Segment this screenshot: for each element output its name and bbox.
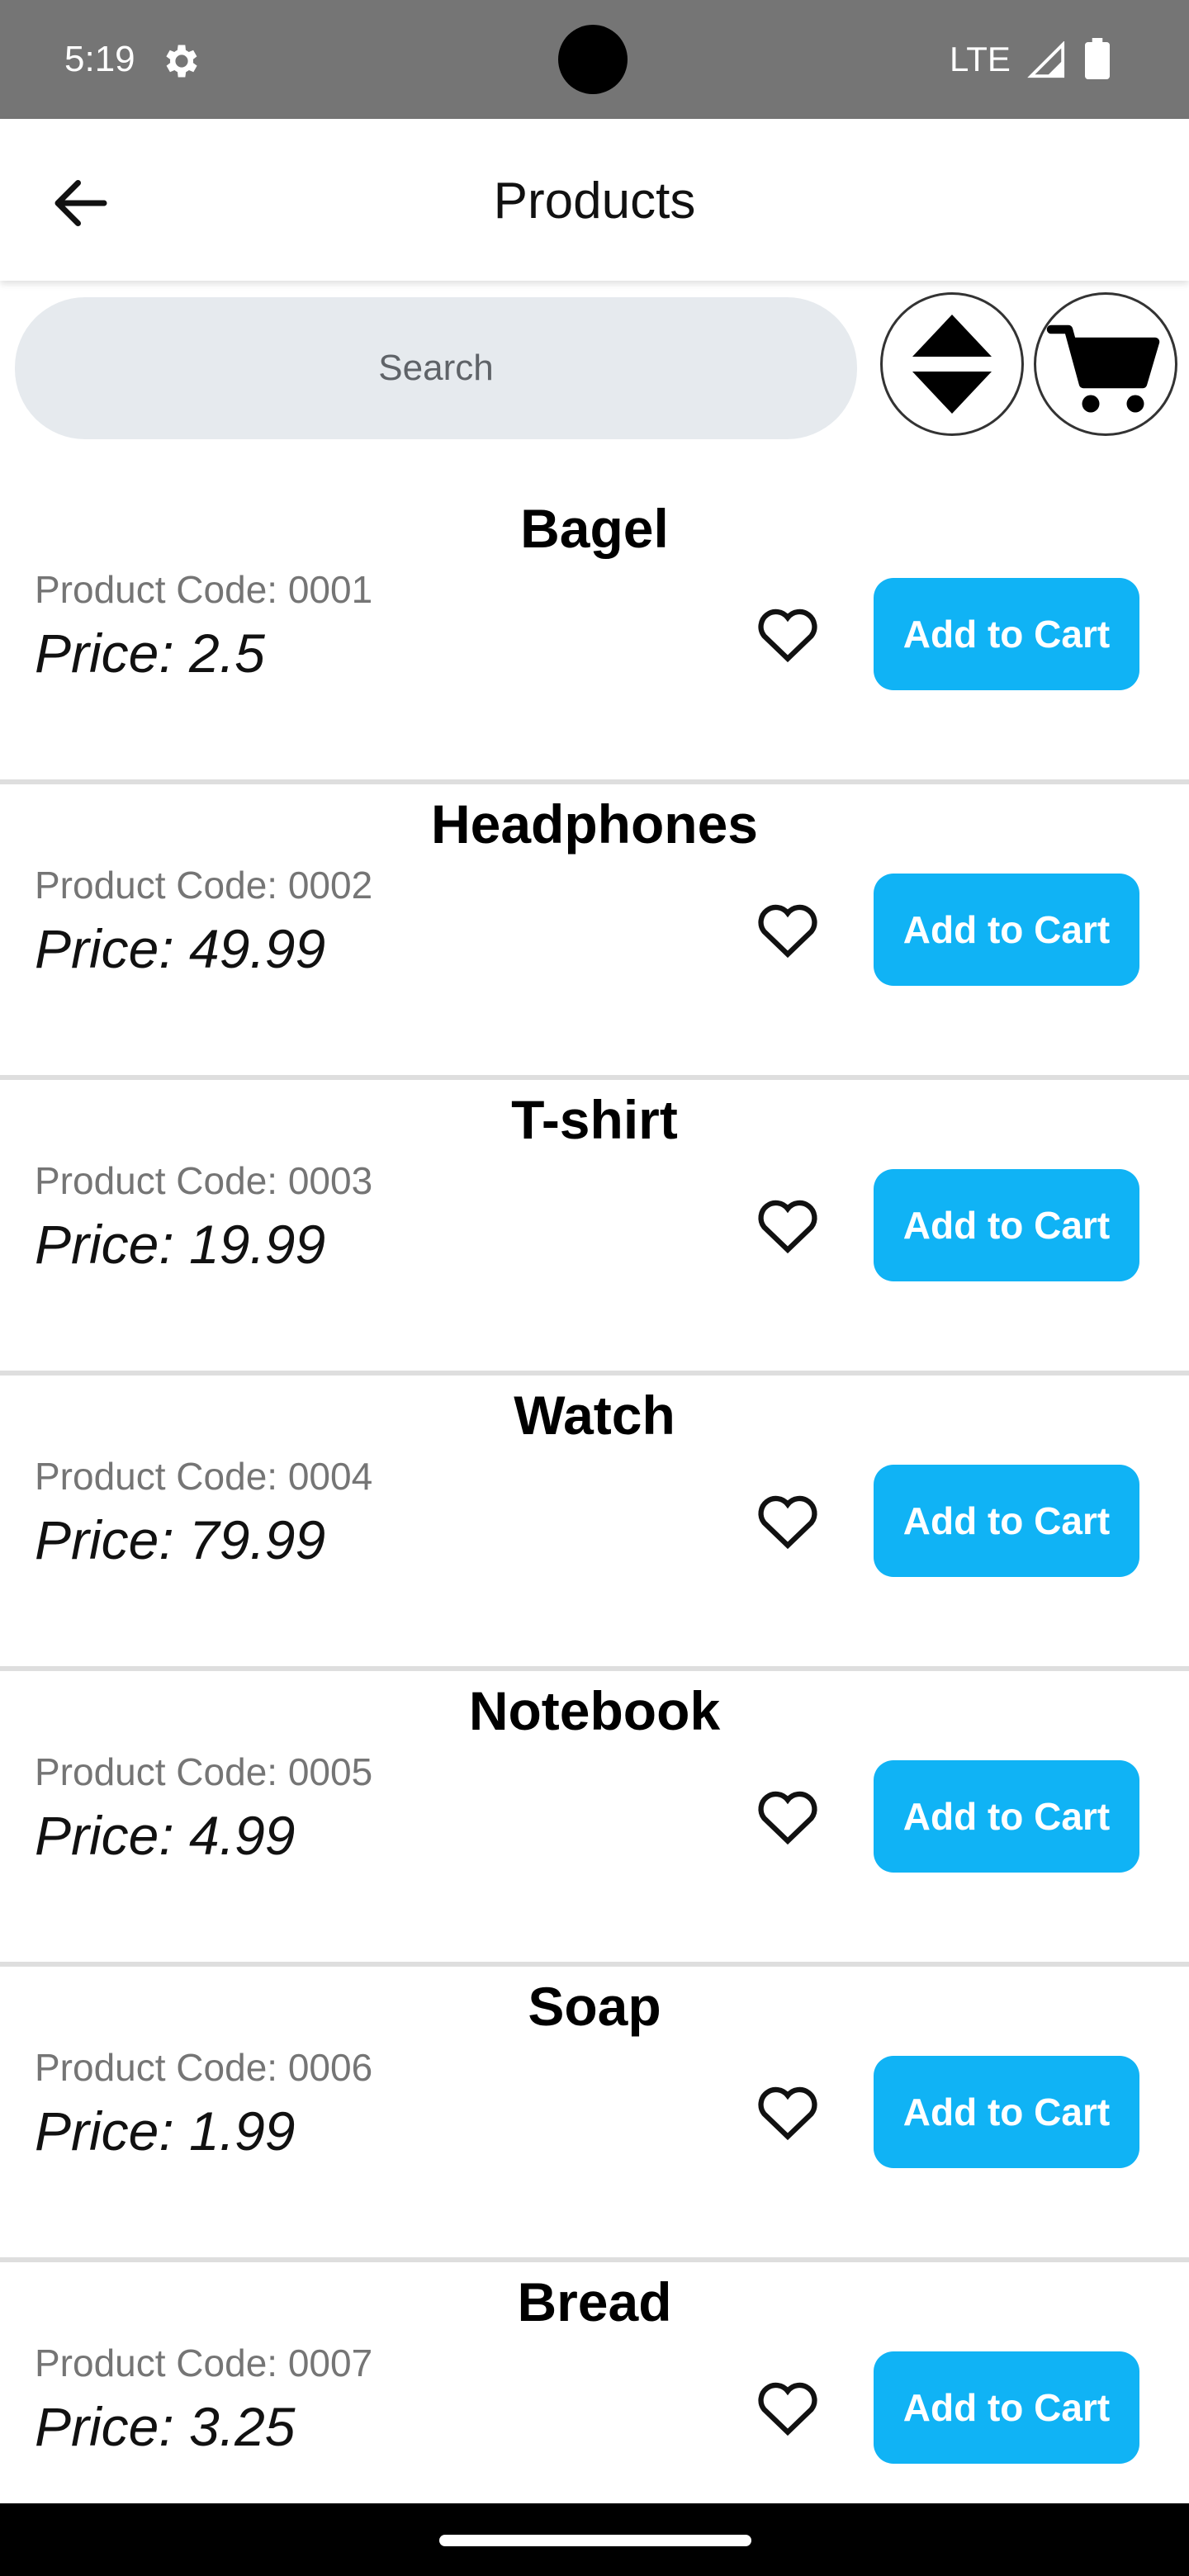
product-name: Soap (528, 1976, 661, 2037)
heart-outline-icon[interactable] (753, 1782, 822, 1851)
product-name: Notebook (468, 1680, 721, 1741)
signal-icon (1027, 41, 1065, 78)
product-item: Headphones Product Code: 0002 Price: 49.… (0, 784, 1189, 1080)
cart-icon (1046, 324, 1160, 413)
add-to-cart-button[interactable]: Add to Cart (874, 578, 1139, 690)
product-item: Notebook Product Code: 0005 Price: 4.99 … (0, 1671, 1189, 1967)
heart-outline-icon[interactable] (753, 599, 822, 669)
cart-button[interactable] (1034, 292, 1177, 436)
product-code: Product Code: 0002 (35, 864, 373, 907)
page-title: Products (493, 173, 696, 230)
system-nav-bar (0, 2503, 1189, 2576)
product-name: Headphones (430, 793, 759, 855)
product-code: Product Code: 0005 (35, 1750, 373, 1793)
product-price: Price: 4.99 (35, 1805, 296, 1866)
heart-outline-icon[interactable] (753, 2077, 822, 2147)
sort-button[interactable] (880, 292, 1024, 436)
product-code: Product Code: 0004 (35, 1455, 373, 1498)
product-name: Watch (514, 1385, 675, 1446)
app-bar: Products (0, 119, 1189, 281)
product-list: Bagel Product Code: 0001 Price: 2.5 Add … (0, 489, 1189, 2558)
product-code: Product Code: 0001 (35, 568, 373, 611)
add-to-cart-button[interactable]: Add to Cart (874, 1169, 1139, 1281)
add-to-cart-button[interactable]: Add to Cart (874, 1760, 1139, 1873)
product-price: Price: 1.99 (35, 2100, 296, 2162)
add-to-cart-button[interactable]: Add to Cart (874, 1465, 1139, 1577)
product-item: Watch Product Code: 0004 Price: 79.99 Ad… (0, 1376, 1189, 1671)
heart-outline-icon[interactable] (753, 1486, 822, 1556)
product-code: Product Code: 0003 (35, 1159, 373, 1202)
product-price: Price: 49.99 (35, 918, 326, 979)
status-time: 5:19 (64, 39, 135, 79)
product-name: Bagel (520, 498, 669, 559)
product-item: T-shirt Product Code: 0003 Price: 19.99 … (0, 1080, 1189, 1376)
heart-outline-icon[interactable] (753, 895, 822, 964)
product-item: Bagel Product Code: 0001 Price: 2.5 Add … (0, 489, 1189, 784)
status-bar: 5:19 LTE (0, 0, 1189, 119)
search-toolbar (0, 284, 1189, 449)
gear-icon (166, 45, 197, 78)
network-type: LTE (950, 40, 1011, 78)
product-item: Soap Product Code: 0006 Price: 1.99 Add … (0, 1967, 1189, 2262)
add-to-cart-button[interactable]: Add to Cart (874, 2056, 1139, 2168)
product-name: T-shirt (511, 1089, 678, 1150)
search-input[interactable] (15, 297, 857, 439)
add-to-cart-button[interactable]: Add to Cart (874, 874, 1139, 986)
add-to-cart-button[interactable]: Add to Cart (874, 2351, 1139, 2464)
product-price: Price: 79.99 (35, 1509, 326, 1570)
product-price: Price: 19.99 (35, 1214, 326, 1275)
sort-icon (912, 315, 992, 414)
product-name: Bread (517, 2271, 672, 2332)
home-gesture-handle[interactable] (439, 2535, 751, 2546)
product-price: Price: 2.5 (35, 623, 265, 684)
heart-outline-icon[interactable] (753, 1191, 822, 1260)
camera-cutout (558, 25, 628, 94)
battery-icon (1085, 38, 1110, 79)
product-code: Product Code: 0007 (35, 2342, 373, 2384)
product-price: Price: 3.25 (35, 2396, 296, 2457)
heart-outline-icon[interactable] (753, 2373, 822, 2442)
product-code: Product Code: 0006 (35, 2046, 373, 2089)
